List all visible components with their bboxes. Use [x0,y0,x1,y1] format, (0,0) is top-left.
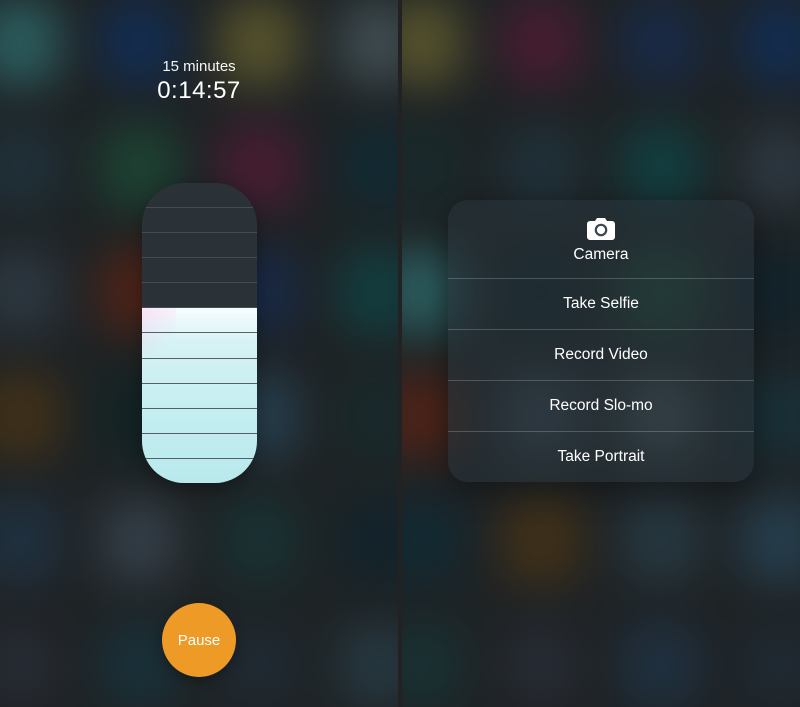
timer-dial[interactable] [142,183,257,483]
menu-item-record-slomo[interactable]: Record Slo-mo [448,381,754,432]
timer-duration-label: 15 minutes [162,58,235,75]
camera-quick-menu: Camera Take Selfie Record Video Record S… [448,200,754,482]
menu-item-take-portrait[interactable]: Take Portrait [448,432,754,482]
screen-timer: 15 minutes 0:14:57 Pause [0,0,398,707]
menu-item-take-selfie[interactable]: Take Selfie [448,279,754,330]
camera-icon [586,218,616,240]
screen-camera-menu: Camera Take Selfie Record Video Record S… [402,0,800,707]
timer-remaining: 0:14:57 [157,77,241,105]
camera-menu-title: Camera [573,246,628,263]
pause-button[interactable]: Pause [162,603,236,677]
camera-menu-header[interactable]: Camera [448,200,754,279]
menu-item-record-video[interactable]: Record Video [448,330,754,381]
